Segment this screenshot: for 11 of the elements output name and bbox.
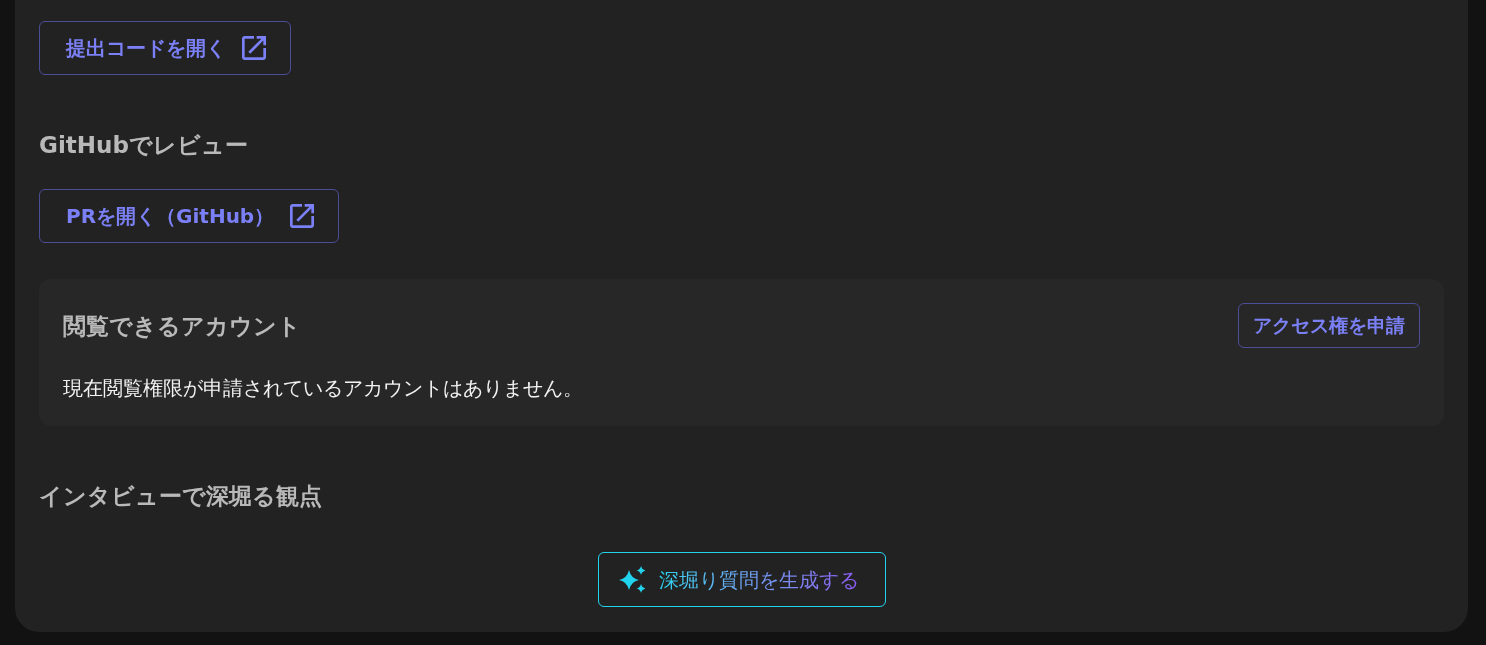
sparkle-icon xyxy=(618,566,645,593)
external-link-icon xyxy=(242,36,266,60)
card-title: 閲覧できるアカウント xyxy=(63,311,301,341)
empty-message: 現在閲覧権限が申請されているアカウントはありません。 xyxy=(63,375,584,402)
open-code-button[interactable]: 提出コードを開く xyxy=(39,21,291,75)
request-access-button[interactable]: アクセス権を申請 xyxy=(1238,303,1420,348)
external-link-icon xyxy=(290,204,315,228)
section-heading: インタビューで深堀る観点 xyxy=(39,482,322,511)
open-pr-button[interactable]: PRを開く（GitHub） xyxy=(39,189,340,243)
generate-questions-button[interactable]: 深堀り質問を生成する xyxy=(597,552,886,607)
section-heading: GitHubでレビュー xyxy=(39,131,248,160)
